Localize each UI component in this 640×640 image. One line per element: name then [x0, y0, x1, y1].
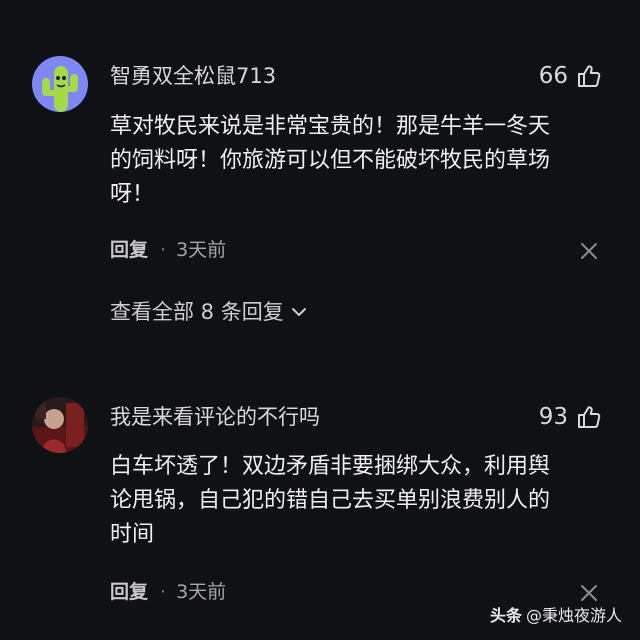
like-button[interactable]: 93 — [539, 403, 602, 431]
reply-button[interactable]: 回复 — [110, 579, 148, 605]
reply-button[interactable]: 回复 — [110, 237, 148, 263]
watermark-account: @秉烛夜游人 — [525, 606, 622, 625]
like-button[interactable]: 66 — [539, 62, 602, 90]
cactus-avatar-icon — [32, 56, 88, 112]
watermark-brand: 头条 — [489, 606, 522, 625]
avatar[interactable] — [32, 56, 88, 112]
like-count: 66 — [538, 63, 568, 89]
photo-avatar-icon — [32, 397, 88, 453]
watermark: 头条 @秉烛夜游人 — [490, 602, 622, 626]
avatar[interactable] — [32, 397, 88, 453]
comment-meta: 回复 · 3天前 — [110, 579, 226, 605]
comment-username[interactable]: 智勇双全松鼠713 — [110, 62, 276, 90]
close-icon[interactable] — [578, 240, 600, 262]
thumb-up-icon — [578, 65, 601, 87]
comment-time: 3天前 — [176, 239, 227, 261]
separator-dot: · — [160, 239, 167, 261]
comment-text: 草对牧民来说是非常宝贵的！那是牛羊一冬天 的饲料呀！你旅游可以但不能破坏牧民的草… — [110, 114, 551, 207]
like-count: 93 — [538, 404, 568, 430]
thumb-up-icon — [578, 406, 601, 428]
comment-time: 3天前 — [176, 581, 227, 603]
comment-text: 白车坏透了！双边矛盾非要捆绑大众，利用舆 论甩锅，自己犯的错自己去买单别浪费别人… — [110, 454, 551, 547]
separator-dot: · — [160, 581, 167, 603]
close-icon[interactable] — [578, 582, 600, 604]
comment-username[interactable]: 我是来看评论的不行吗 — [110, 403, 320, 431]
view-all-replies-button[interactable]: 查看全部 8 条回复 — [110, 298, 308, 326]
view-replies-label: 查看全部 8 条回复 — [110, 300, 284, 324]
comment-meta: 回复 · 3天前 — [110, 237, 226, 263]
chevron-down-icon — [291, 308, 306, 316]
comment-thread: 智勇双全松鼠713 66 草对牧民来说是非常宝贵的！那是牛羊一冬天 的饲料呀！你… — [0, 0, 640, 640]
